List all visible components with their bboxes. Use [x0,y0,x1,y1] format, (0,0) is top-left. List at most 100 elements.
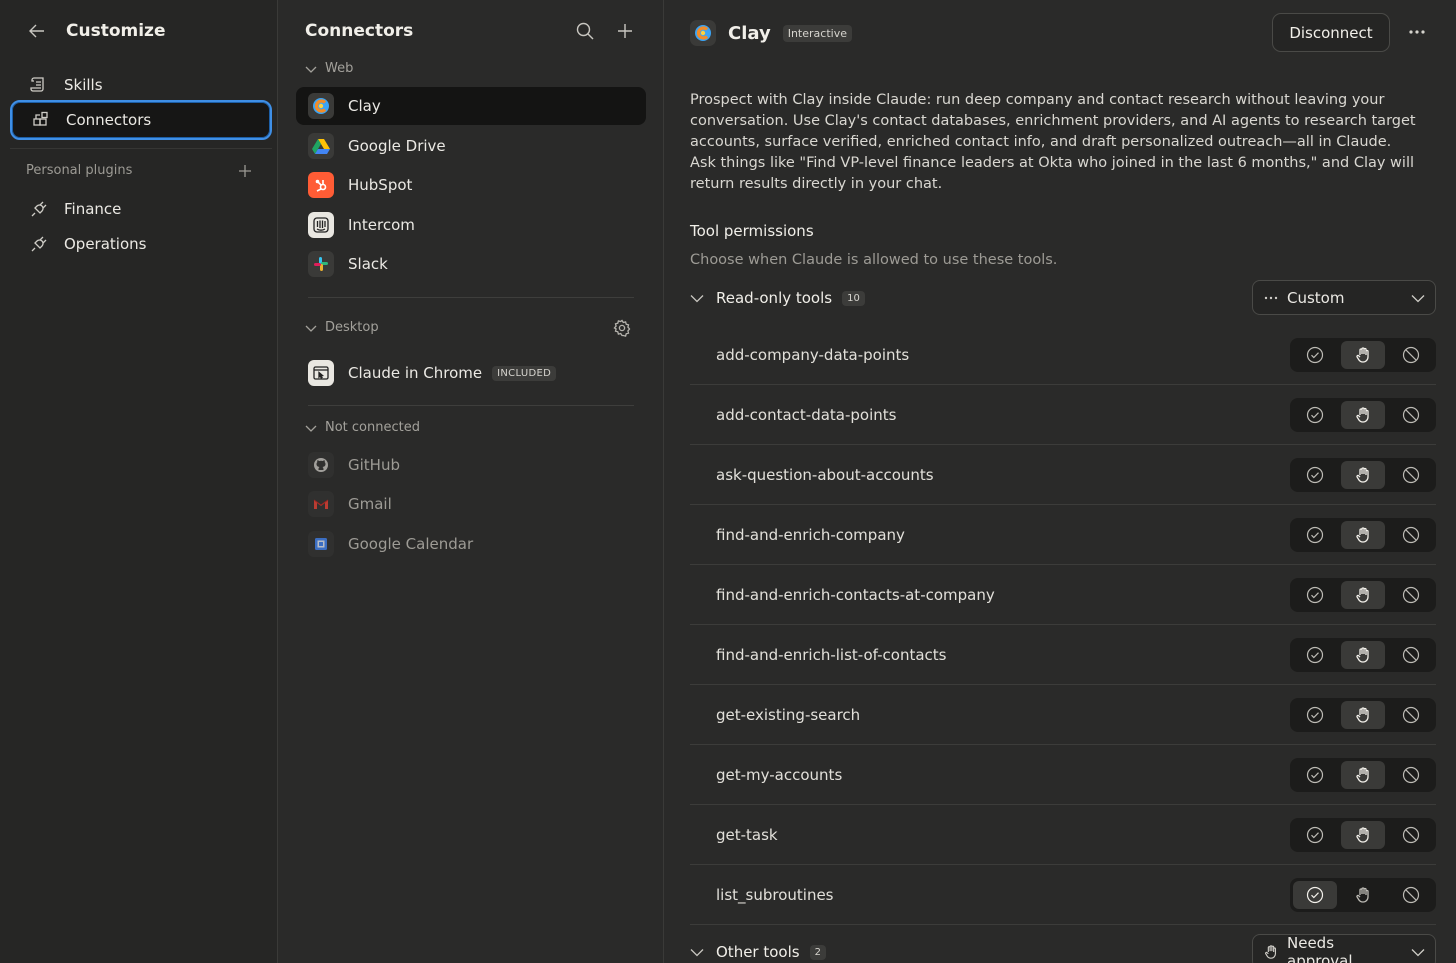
connector-label: Intercom [348,216,415,234]
intercom-logo-icon [308,212,334,238]
plugin-item-operations[interactable]: Operations [10,224,272,264]
check-circle-icon [1306,646,1324,664]
tool-row: find-and-enrich-list-of-contacts [690,625,1436,685]
ellipsis-icon [1263,290,1279,306]
needs-approval-button[interactable] [1341,460,1385,489]
check-circle-icon [1306,526,1324,544]
skills-scroll-icon [30,76,48,94]
always-allow-button[interactable] [1293,761,1337,789]
connector-label: Clay [348,97,381,115]
add-plugin-plus-icon[interactable] [238,164,252,178]
group-toggle-not-connected[interactable]: Not connected [305,420,420,435]
chevron-down-icon [305,422,317,434]
group-divider [308,405,634,406]
needs-approval-button[interactable] [1341,580,1385,609]
group-toggle-web[interactable]: Web [305,61,353,76]
connector-item-hubspot[interactable]: HubSpot [296,166,646,204]
nav-item-connectors[interactable]: Connectors [10,100,272,140]
hand-icon [1354,406,1372,424]
connectors-grid-icon [32,111,50,129]
needs-approval-button[interactable] [1341,400,1385,429]
always-allow-button[interactable] [1293,461,1337,489]
block-button[interactable] [1389,581,1433,609]
tool-row: get-my-accounts [690,745,1436,805]
personal-plugins-header: Personal plugins [26,163,252,178]
more-options-icon[interactable] [1407,22,1427,42]
always-allow-button[interactable] [1293,821,1337,849]
needs-approval-button[interactable] [1341,340,1385,369]
other-tools-label[interactable]: Other tools [716,943,800,961]
needs-approval-button[interactable] [1341,640,1385,669]
always-allow-button[interactable] [1293,401,1337,429]
block-icon [1402,526,1420,544]
chevron-down-icon[interactable] [690,291,704,305]
read-only-permission-dropdown[interactable]: Custom [1252,280,1436,315]
connector-item-slack[interactable]: Slack [296,245,646,283]
read-only-tools-header: Read-only tools 10 Custom [690,280,1436,315]
sidebar-header: Customize [26,18,165,44]
other-tools-permission-dropdown[interactable]: Needs approval [1252,934,1436,963]
permission-toggle [1290,337,1436,372]
tool-permissions-subtitle: Choose when Claude is allowed to use the… [690,252,1058,268]
connector-item-google-calendar[interactable]: Google Calendar [296,525,646,563]
block-button[interactable] [1389,701,1433,729]
back-arrow-icon[interactable] [26,20,48,42]
always-allow-button[interactable] [1293,701,1337,729]
always-allow-button[interactable] [1293,521,1337,549]
needs-approval-button[interactable] [1341,700,1385,729]
always-allow-button[interactable] [1293,341,1337,369]
connector-label: Gmail [348,495,392,513]
always-allow-button[interactable] [1293,581,1337,609]
block-button[interactable] [1389,401,1433,429]
needs-approval-button[interactable] [1341,520,1385,549]
permission-toggle [1290,397,1436,432]
nav-item-skills[interactable]: Skills [10,65,272,105]
block-icon [1402,406,1420,424]
connector-item-claude-in-chrome[interactable]: Claude in Chrome INCLUDED [296,354,646,392]
disconnect-button[interactable]: Disconnect [1272,13,1390,52]
needs-approval-button[interactable] [1341,820,1385,849]
tool-name: find-and-enrich-list-of-contacts [716,645,947,664]
gear-icon[interactable] [613,319,631,337]
connector-item-google-drive[interactable]: Google Drive [296,127,646,165]
connector-item-github[interactable]: GitHub [296,446,646,484]
plugin-item-finance[interactable]: Finance [10,189,272,229]
tool-row: list_subroutines [690,865,1436,925]
check-circle-icon [1306,466,1324,484]
block-button[interactable] [1389,761,1433,789]
read-only-tools-label[interactable]: Read-only tools [716,289,832,307]
google-calendar-logo-icon [308,531,334,557]
needs-approval-button[interactable] [1341,760,1385,789]
read-only-tools-count: 10 [842,290,865,306]
check-circle-icon [1306,826,1324,844]
tool-row: ask-question-about-accounts [690,445,1436,505]
block-button[interactable] [1389,641,1433,669]
connector-item-intercom[interactable]: Intercom [296,206,646,244]
block-button[interactable] [1389,341,1433,369]
block-button[interactable] [1389,521,1433,549]
group-toggle-desktop[interactable]: Desktop [305,320,379,335]
always-allow-button[interactable] [1293,641,1337,669]
group-label-desktop: Desktop [325,320,379,335]
connector-item-clay[interactable]: Clay [296,87,646,125]
block-button[interactable] [1389,821,1433,849]
chevron-down-icon[interactable] [690,945,704,959]
add-connector-plus-icon[interactable] [615,21,635,41]
connector-label: HubSpot [348,176,413,194]
interactive-badge: Interactive [782,24,852,42]
other-tools-header: Other tools 2 Needs approval [690,934,1436,963]
group-label-not-connected: Not connected [325,420,420,435]
block-button[interactable] [1389,461,1433,489]
always-allow-button[interactable] [1293,880,1337,909]
connector-item-gmail[interactable]: Gmail [296,485,646,523]
tool-row: get-existing-search [690,685,1436,745]
dropdown-value: Custom [1287,288,1345,307]
needs-approval-button[interactable] [1341,881,1385,909]
connectors-header: Connectors [305,18,635,44]
search-icon[interactable] [575,21,595,41]
connectors-title: Connectors [305,21,414,41]
permission-toggle [1290,877,1436,912]
block-button[interactable] [1389,881,1433,909]
included-badge: INCLUDED [492,365,557,381]
connector-detail-panel: Clay Interactive Disconnect Prospect wit… [665,0,1456,963]
